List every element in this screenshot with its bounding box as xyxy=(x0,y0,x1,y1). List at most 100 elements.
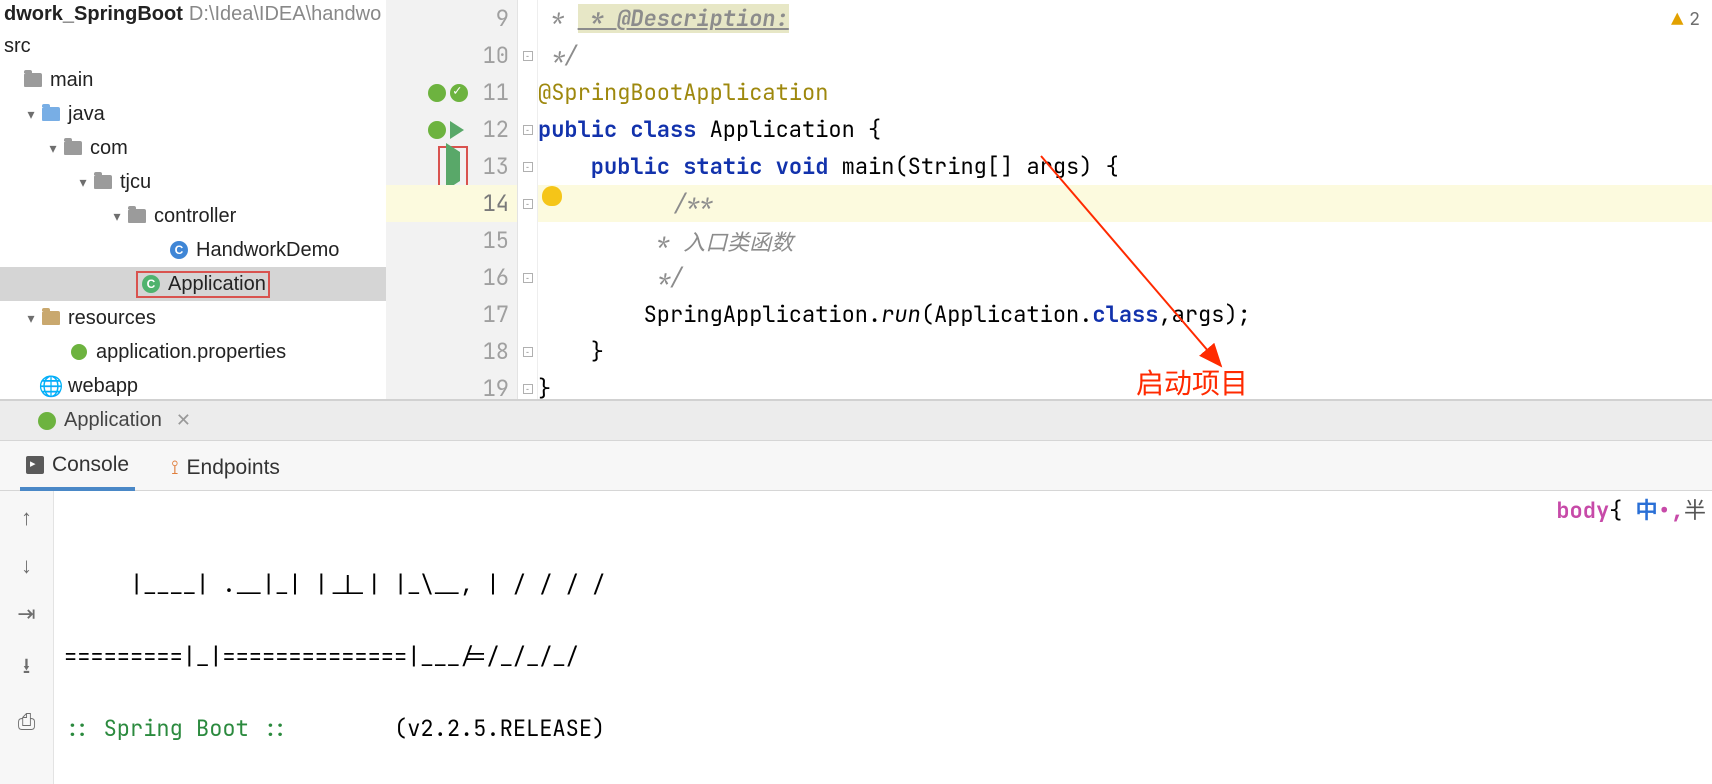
ime-indicator: body{ 中•,半 xyxy=(1556,493,1706,529)
gutter-line[interactable]: 10 xyxy=(386,37,517,74)
project-header: dwork_SpringBoot D:\Idea\IDEA\handwo xyxy=(0,0,386,29)
project-tree[interactable]: dwork_SpringBoot D:\Idea\IDEA\handwo src… xyxy=(0,0,386,399)
gutter-line[interactable]: 16 xyxy=(386,259,517,296)
class-icon: C xyxy=(168,239,190,261)
run-config-name[interactable]: Application xyxy=(64,409,162,432)
check-icon xyxy=(450,84,468,102)
tree-item-props[interactable]: application.properties xyxy=(0,335,386,369)
annotation-label: 启动项目 xyxy=(1136,362,1248,402)
fold-icon[interactable]: - xyxy=(523,162,533,172)
run-icon[interactable] xyxy=(450,121,464,139)
endpoints-icon: ⟟ xyxy=(171,457,178,480)
code: /** xyxy=(568,189,713,218)
chevron-down-icon: ▾ xyxy=(74,174,92,191)
console-output[interactable]: body{ 中•,半 |____| .__|_| |_|_| |_\__, | … xyxy=(54,491,1712,784)
editor[interactable]: 9 10 11 12 13 14 15 16 17 18 19 - - - - … xyxy=(386,0,1712,399)
label: Endpoints xyxy=(187,456,280,480)
console-toolbar: ↑ ↓ ⇥ ⭳ ⎙ xyxy=(0,491,54,784)
gutter-line[interactable]: 14 xyxy=(386,185,517,222)
tree-item-src[interactable]: src xyxy=(0,29,386,63)
project-name: dwork_SpringBoot xyxy=(4,3,183,26)
run-panel: Application ✕ Console ⟟ Endpoints ↑ ↓ ⇥ ⭳… xyxy=(0,400,1712,784)
label: application.properties xyxy=(96,341,286,364)
code: * 入口类函数 xyxy=(538,225,793,257)
fold-icon[interactable]: - xyxy=(523,199,533,209)
lightbulb-icon[interactable] xyxy=(542,186,562,206)
scroll-down-icon[interactable]: ↓ xyxy=(21,553,32,579)
label: java xyxy=(68,103,105,126)
scroll-to-end-icon[interactable]: ⭳ xyxy=(23,649,31,687)
warning-count: 2 xyxy=(1689,8,1700,31)
fold-icon[interactable]: - xyxy=(523,384,533,394)
folder-icon xyxy=(62,137,84,159)
tree-item-com[interactable]: ▾ com xyxy=(0,131,386,165)
fold-icon[interactable]: - xyxy=(523,51,533,61)
code-area[interactable]: * * @Description: */ @SpringBootApplicat… xyxy=(538,0,1712,399)
fold-icon[interactable]: - xyxy=(523,347,533,357)
fold-icon[interactable]: - xyxy=(523,273,533,283)
run-main-icon[interactable] xyxy=(438,146,468,187)
label: resources xyxy=(68,307,156,330)
label: webapp xyxy=(68,375,138,398)
tab-console[interactable]: Console xyxy=(20,445,135,491)
console-line: |____| .__|_| |_|_| |_\__, | / / / / xyxy=(64,567,1702,603)
tree-item-application[interactable]: C Application xyxy=(0,267,386,301)
print-icon[interactable]: ⎙ xyxy=(18,709,36,735)
console-icon xyxy=(26,456,44,474)
label: tjcu xyxy=(120,171,151,194)
scroll-up-icon[interactable]: ↑ xyxy=(21,505,32,531)
folder-icon xyxy=(22,69,44,91)
folder-icon xyxy=(126,205,148,227)
warning-icon: ▲ xyxy=(1671,6,1683,32)
run-icons[interactable] xyxy=(428,84,468,102)
tree-item-tjcu[interactable]: ▾ tjcu xyxy=(0,165,386,199)
chevron-down-icon: ▾ xyxy=(108,208,126,225)
warnings-indicator[interactable]: ▲2 xyxy=(1671,6,1700,32)
class-icon: C xyxy=(140,273,162,295)
code: * @Description: xyxy=(578,4,789,33)
code: } xyxy=(538,337,604,366)
project-path: D:\Idea\IDEA\handwo xyxy=(189,3,381,26)
console-line: =========|_|==============|___/=/_/_/_/ xyxy=(64,639,1702,675)
run-subtabs: Console ⟟ Endpoints xyxy=(0,441,1712,491)
chevron-down-icon: ▾ xyxy=(44,140,62,157)
tab-endpoints[interactable]: ⟟ Endpoints xyxy=(165,448,286,490)
web-icon: 🌐 xyxy=(40,375,62,397)
fold-column[interactable]: - - - - - - - xyxy=(518,0,538,399)
tree-item-controller[interactable]: ▾controller xyxy=(0,199,386,233)
label: src xyxy=(4,35,31,58)
gutter-line[interactable]: 15 xyxy=(386,222,517,259)
chevron-down-icon: ▾ xyxy=(22,310,40,327)
code: */ xyxy=(538,263,683,292)
folder-icon xyxy=(92,171,114,193)
spring-icon xyxy=(428,84,446,102)
fold-icon[interactable]: - xyxy=(523,125,533,135)
gutter-line[interactable]: 19 xyxy=(386,370,517,407)
spring-icon xyxy=(38,412,56,430)
tree-item-handworkdemo[interactable]: C HandworkDemo xyxy=(0,233,386,267)
code: } xyxy=(538,374,551,403)
folder-icon xyxy=(40,307,62,329)
soft-wrap-icon[interactable]: ⇥ xyxy=(17,601,35,627)
label: Application xyxy=(168,273,266,296)
label: com xyxy=(90,137,128,160)
close-icon[interactable]: ✕ xyxy=(176,410,191,431)
label: main xyxy=(50,69,93,92)
label: Console xyxy=(52,453,129,477)
gutter-line[interactable]: 11 xyxy=(386,74,517,111)
label: HandworkDemo xyxy=(196,239,339,262)
gutter-line[interactable]: 18 xyxy=(386,333,517,370)
run-tab-bar[interactable]: Application ✕ xyxy=(0,401,1712,441)
gutter-line[interactable]: 13 xyxy=(386,148,517,185)
gutter-line[interactable]: 9 xyxy=(386,0,517,37)
tree-item-webapp[interactable]: 🌐 webapp xyxy=(0,369,386,399)
console-line: :: Spring Boot :: (v2.2.5.RELEASE) xyxy=(64,711,1702,747)
run-icons[interactable] xyxy=(428,121,464,139)
code: @SpringBootApplication xyxy=(538,78,828,107)
chevron-down-icon: ▾ xyxy=(22,106,40,123)
tree-item-main[interactable]: main xyxy=(0,63,386,97)
tree-item-java[interactable]: ▾ java xyxy=(0,97,386,131)
gutter[interactable]: 9 10 11 12 13 14 15 16 17 18 19 xyxy=(386,0,518,399)
tree-item-resources[interactable]: ▾ resources xyxy=(0,301,386,335)
gutter-line[interactable]: 17 xyxy=(386,296,517,333)
